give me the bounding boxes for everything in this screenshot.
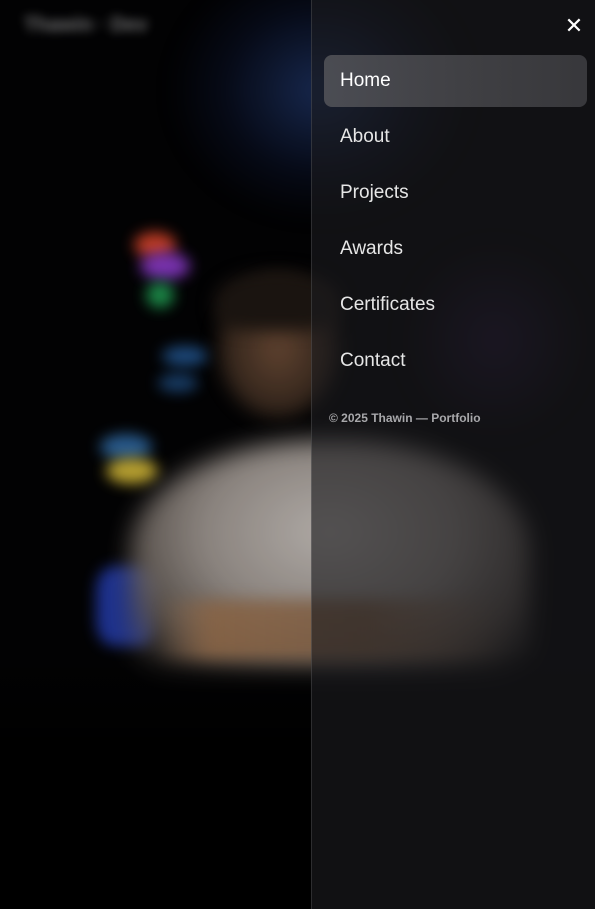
- nav-item-about[interactable]: About: [324, 111, 587, 163]
- nav-item-certificates[interactable]: Certificates: [324, 279, 587, 331]
- drawer-footer: © 2025 Thawin — Portfolio: [329, 411, 481, 425]
- typescript-icon: [162, 346, 208, 366]
- nav-item-projects[interactable]: Projects: [324, 167, 587, 219]
- nav-item-awards[interactable]: Awards: [324, 223, 587, 275]
- figma-icon-part: [146, 282, 174, 308]
- drawer-nav: Home About Projects Awards Certificates …: [324, 55, 587, 391]
- nav-item-contact[interactable]: Contact: [324, 335, 587, 387]
- python-icon-part: [106, 458, 158, 484]
- nav-item-home[interactable]: Home: [324, 55, 587, 107]
- typescript-icon-part: [158, 374, 198, 392]
- close-button[interactable]: ✕: [562, 14, 586, 38]
- close-icon: ✕: [564, 13, 584, 38]
- site-logo: Thawin · Dev: [24, 14, 148, 36]
- mobile-nav-drawer: ✕ Home About Projects Awards Certificate…: [311, 0, 595, 909]
- figma-icon-part: [140, 252, 190, 280]
- python-icon: [100, 434, 152, 460]
